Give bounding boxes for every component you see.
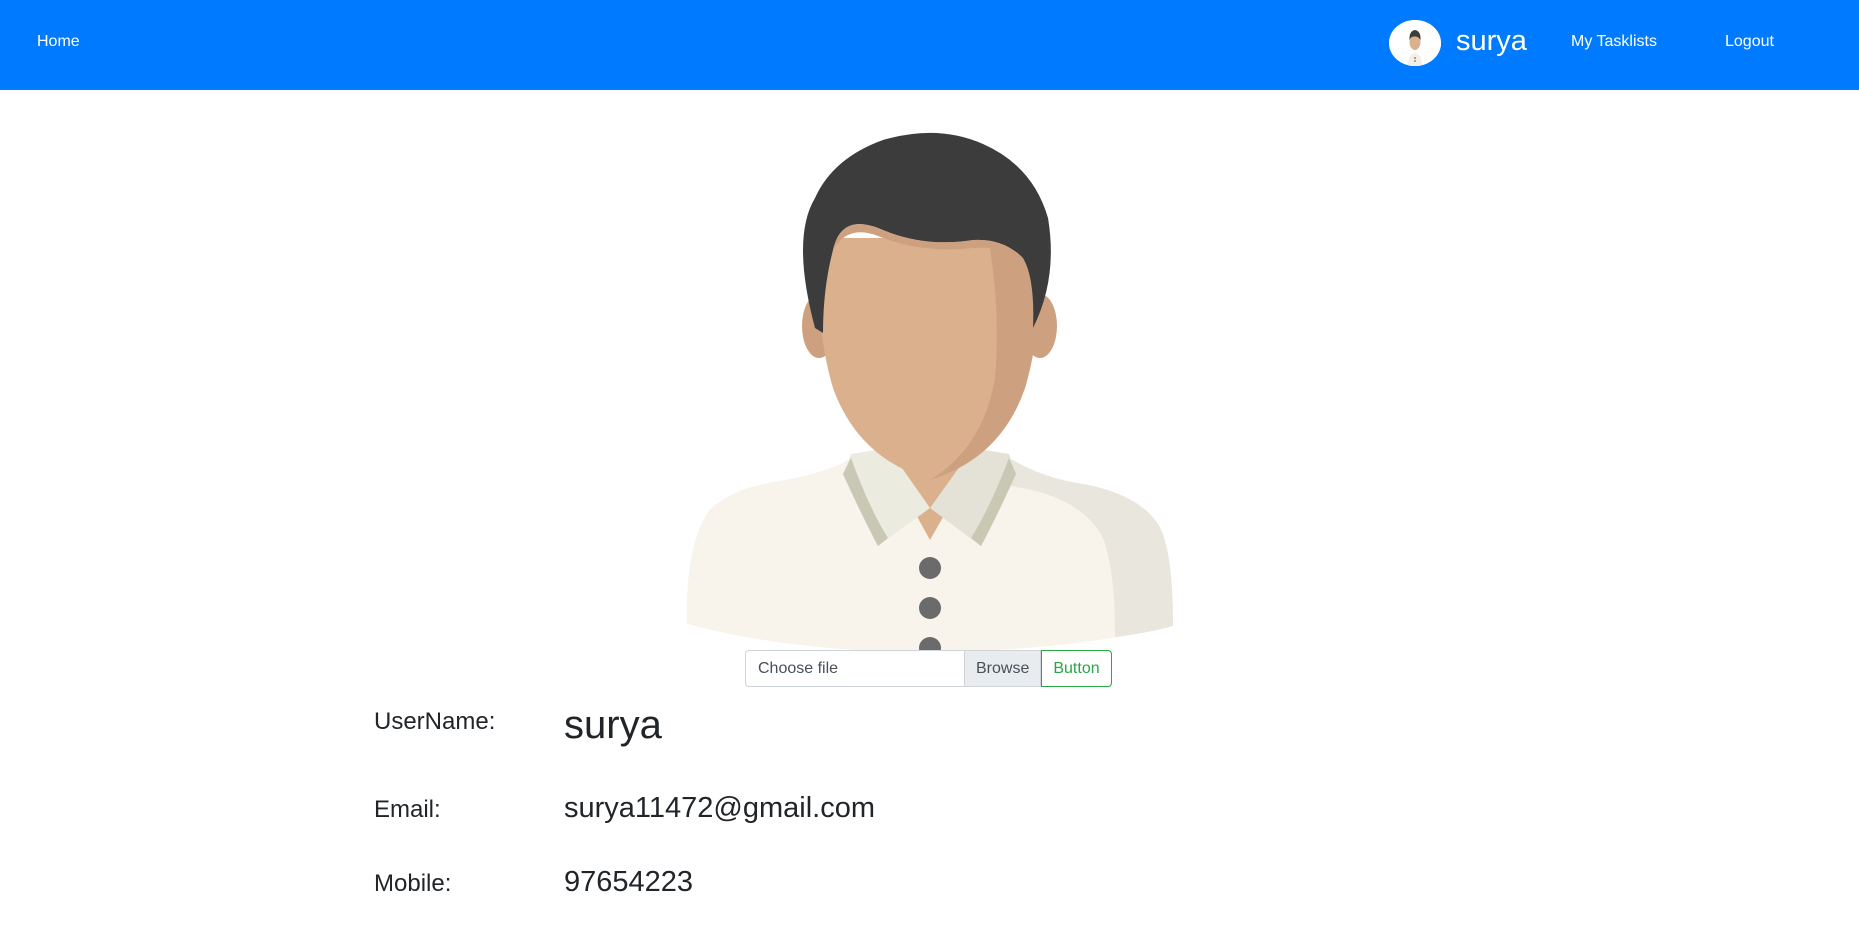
username-label: UserName: xyxy=(374,708,496,735)
upload-button[interactable]: Button xyxy=(1041,650,1112,687)
nav-my-tasklists-link[interactable]: My Tasklists xyxy=(1571,33,1657,51)
user-avatar-icon xyxy=(1389,20,1441,66)
mobile-label: Mobile: xyxy=(374,870,452,897)
nav-logout-link[interactable]: Logout xyxy=(1725,33,1774,51)
username-value: surya xyxy=(564,703,662,747)
nav-username: surya xyxy=(1456,25,1527,57)
file-upload-group: Choose file Browse Button xyxy=(745,650,1112,687)
mobile-value: 97654223 xyxy=(564,866,694,898)
profile-person-illustration xyxy=(686,132,1173,650)
nav-home-link[interactable]: Home xyxy=(37,33,80,51)
file-input[interactable]: Choose file xyxy=(745,650,964,687)
profile-picture xyxy=(683,128,1176,650)
top-navbar: Home surya My Tasklists Logout xyxy=(0,0,1859,90)
nav-avatar[interactable] xyxy=(1389,20,1441,66)
email-value: surya11472@gmail.com xyxy=(564,792,875,824)
browse-button[interactable]: Browse xyxy=(964,650,1042,687)
email-label: Email: xyxy=(374,796,441,823)
